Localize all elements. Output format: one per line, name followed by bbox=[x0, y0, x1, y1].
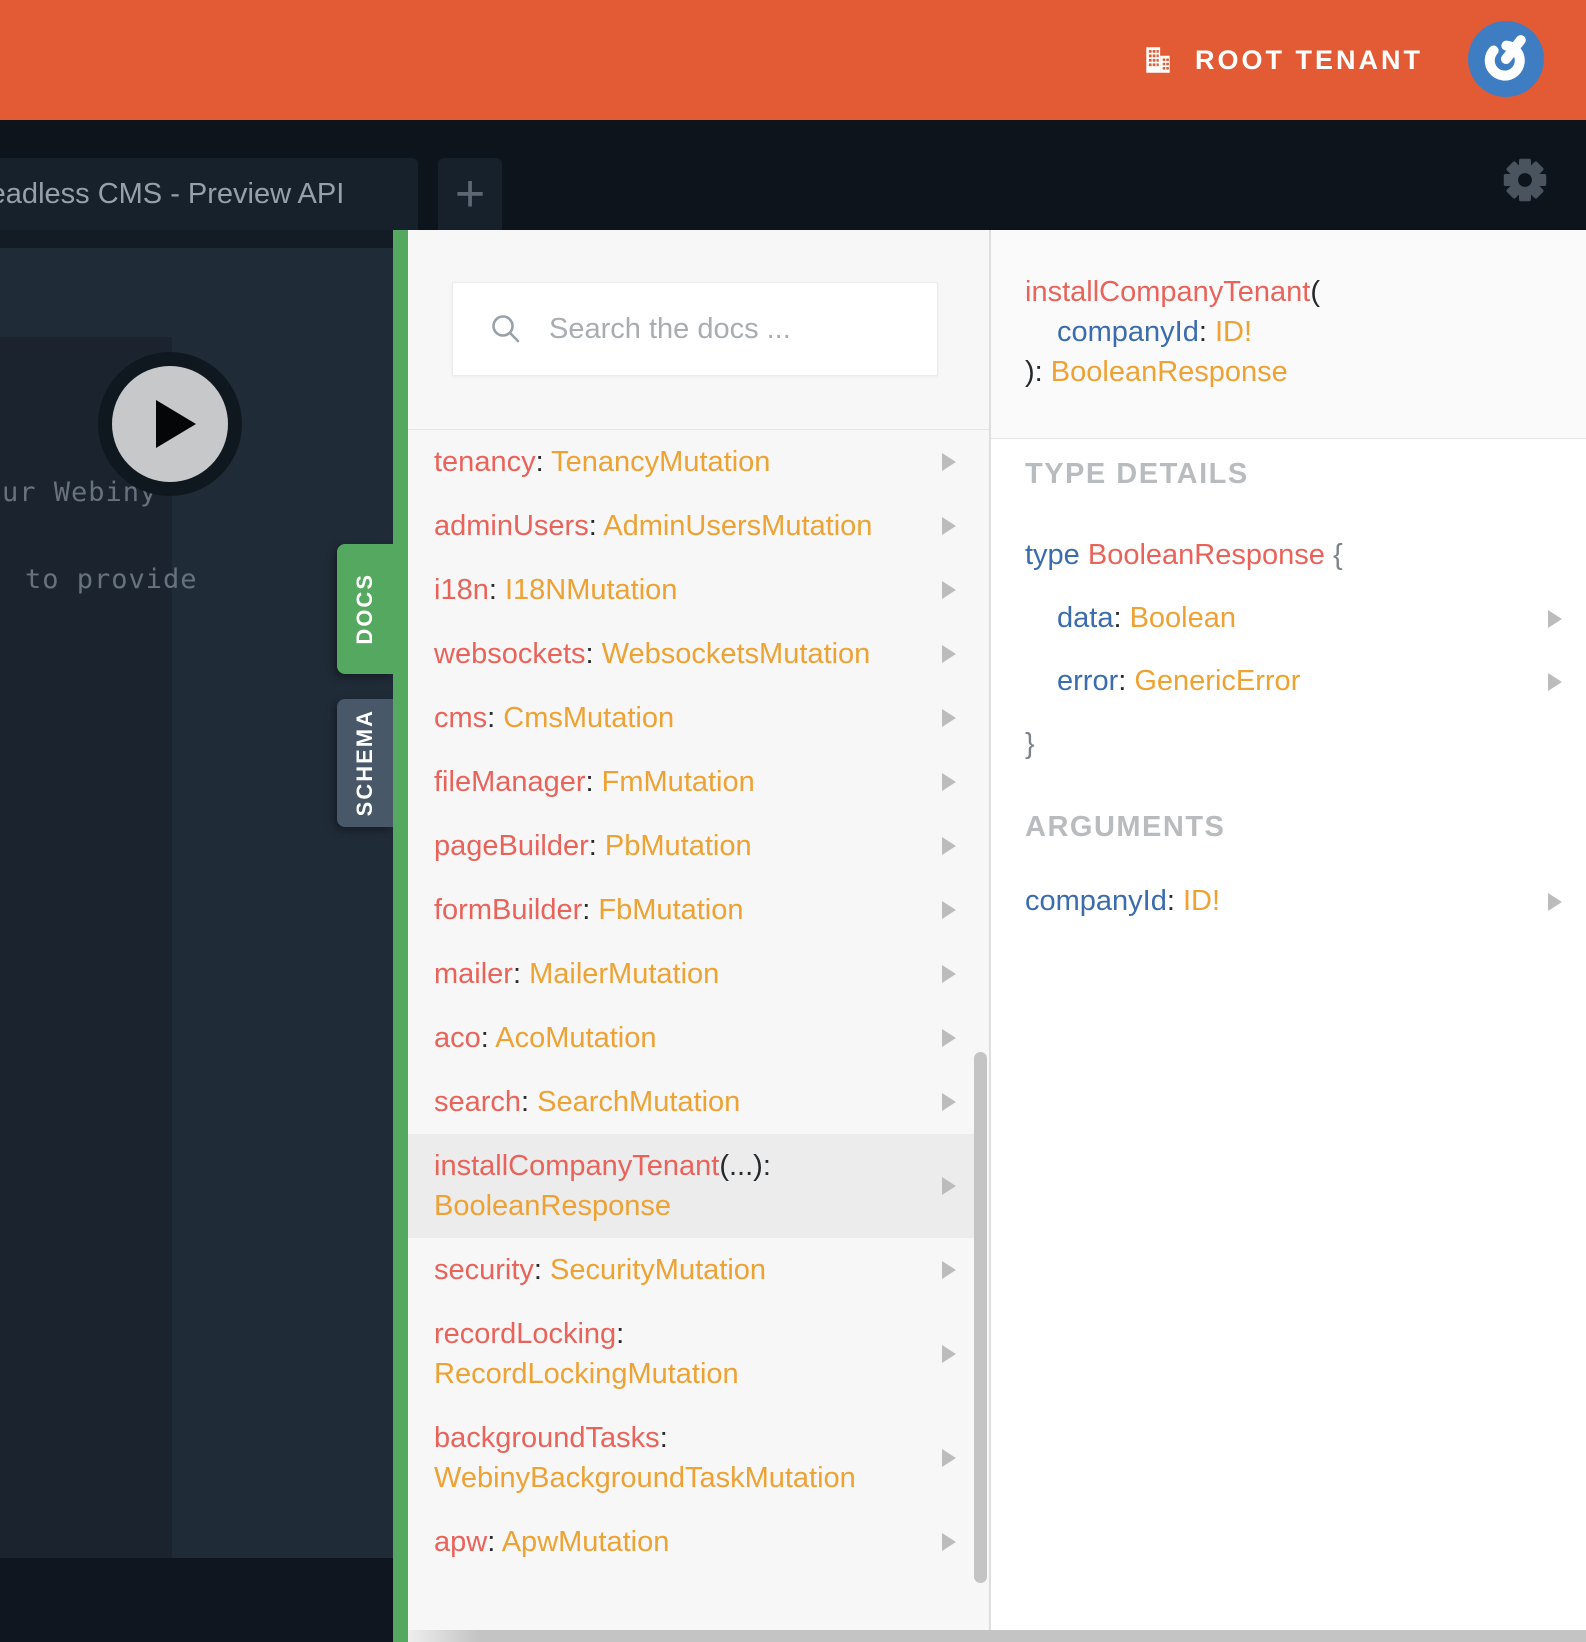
power-icon bbox=[1468, 21, 1544, 102]
docs-search-input[interactable] bbox=[549, 312, 917, 346]
docs-vertical-scrollbar[interactable] bbox=[974, 1052, 987, 1583]
settings-gear-icon[interactable] bbox=[1501, 156, 1549, 204]
play-icon bbox=[112, 366, 228, 482]
arguments-section: ARGUMENTS companyId: ID! bbox=[991, 807, 1586, 933]
chevron-right-icon bbox=[942, 1345, 956, 1363]
docs-tab[interactable]: DOCS bbox=[337, 544, 393, 674]
schema-tab-label: SCHEMA bbox=[352, 709, 377, 817]
docs-field-row[interactable]: tenancy: TenancyMutation bbox=[408, 430, 989, 494]
chevron-right-icon bbox=[942, 453, 956, 471]
chevron-right-icon bbox=[942, 1093, 956, 1111]
search-icon bbox=[489, 312, 523, 346]
variables-pane-strip bbox=[0, 1558, 393, 1642]
chevron-right-icon bbox=[942, 645, 956, 663]
chevron-right-icon bbox=[942, 901, 956, 919]
docs-field-row[interactable]: apw: ApwMutation bbox=[408, 1510, 989, 1574]
chevron-right-icon bbox=[942, 1449, 956, 1467]
docs-field-list: tenancy: TenancyMutation adminUsers: Admi… bbox=[408, 430, 989, 1574]
query-editor-region[interactable]: ur Webiny to provide bbox=[0, 230, 393, 1642]
signature-line-1: installCompanyTenant( bbox=[1025, 276, 1320, 308]
docs-search-box[interactable] bbox=[452, 282, 938, 376]
horizontal-scrollbar[interactable] bbox=[408, 1630, 1586, 1642]
arguments-list: companyId: ID! bbox=[991, 870, 1586, 933]
chevron-right-icon bbox=[1548, 892, 1562, 911]
chevron-right-icon bbox=[942, 965, 956, 983]
docs-field-row[interactable]: aco: AcoMutation bbox=[408, 1006, 989, 1070]
editor-toolbar-strip bbox=[0, 230, 393, 248]
chevron-right-icon bbox=[942, 1029, 956, 1047]
tab-active[interactable]: Headless CMS - Preview API bbox=[0, 158, 418, 230]
argument-row[interactable]: companyId: ID! bbox=[991, 870, 1586, 933]
chevron-right-icon bbox=[942, 581, 956, 599]
chevron-right-icon bbox=[942, 1533, 956, 1551]
tenant-label: ROOT TENANT bbox=[1195, 44, 1423, 75]
type-open-line: type BooleanResponse { bbox=[1025, 539, 1343, 571]
docs-field-row[interactable]: fileManager: FmMutation bbox=[408, 750, 989, 814]
chevron-right-icon bbox=[942, 709, 956, 727]
new-tab-button[interactable]: + bbox=[438, 158, 502, 230]
execute-play-button[interactable] bbox=[98, 352, 242, 496]
type-definition: type BooleanResponse { data: Boolean erro… bbox=[991, 524, 1586, 776]
type-fields: data: Boolean error: GenericError bbox=[991, 587, 1586, 713]
docs-field-row[interactable]: formBuilder: FbMutation bbox=[408, 878, 989, 942]
tab-bar: Headless CMS - Preview API + bbox=[0, 120, 1586, 230]
type-details-heading: TYPE DETAILS bbox=[1025, 458, 1249, 490]
building-icon bbox=[1141, 43, 1175, 77]
chevron-right-icon bbox=[1548, 609, 1562, 628]
docs-field-row[interactable]: cms: CmsMutation bbox=[408, 686, 989, 750]
signature-return-line: ): BooleanResponse bbox=[1025, 356, 1288, 388]
docs-field-row[interactable]: backgroundTasks: WebinyBackgroundTaskMut… bbox=[408, 1406, 989, 1510]
plus-icon: + bbox=[454, 165, 486, 223]
chevron-right-icon bbox=[942, 517, 956, 535]
docs-field-row[interactable]: websockets: WebsocketsMutation bbox=[408, 622, 989, 686]
app-window: ROOT TENANT Headless CMS - Preview API + bbox=[0, 0, 1586, 1642]
top-header: ROOT TENANT bbox=[0, 0, 1586, 120]
docs-tab-label: DOCS bbox=[352, 573, 377, 645]
docs-field-row[interactable]: adminUsers: AdminUsersMutation bbox=[408, 494, 989, 558]
type-field-row[interactable]: data: Boolean bbox=[991, 587, 1586, 650]
docs-panel-edge bbox=[393, 230, 408, 1642]
docs-field-row[interactable]: i18n: I18NMutation bbox=[408, 558, 989, 622]
docs-explorer-panel: tenancy: TenancyMutationadminUsers: Admi… bbox=[408, 230, 989, 1642]
docs-field-row[interactable]: pageBuilder: PbMutation bbox=[408, 814, 989, 878]
type-close-line: } bbox=[1025, 728, 1035, 760]
chevron-right-icon bbox=[942, 773, 956, 791]
arguments-heading: ARGUMENTS bbox=[1025, 811, 1226, 843]
webiny-logo-button[interactable] bbox=[1468, 21, 1544, 97]
docs-field-row[interactable]: installCompanyTenant(...): BooleanRespon… bbox=[408, 1134, 989, 1238]
chevron-right-icon bbox=[1548, 672, 1562, 691]
signature-arg-line: companyId: ID! bbox=[1057, 316, 1253, 348]
chevron-right-icon bbox=[942, 1177, 956, 1195]
schema-tab[interactable]: SCHEMA bbox=[337, 699, 393, 827]
field-signature: installCompanyTenant( companyId: ID! ): … bbox=[991, 230, 1586, 439]
query-code-pane[interactable] bbox=[0, 337, 172, 1558]
docs-search-section bbox=[408, 230, 989, 430]
chevron-right-icon bbox=[942, 837, 956, 855]
docs-field-row[interactable]: mailer: MailerMutation bbox=[408, 942, 989, 1006]
docs-field-row[interactable]: security: SecurityMutation bbox=[408, 1238, 989, 1302]
type-field-row[interactable]: error: GenericError bbox=[991, 650, 1586, 713]
docs-field-row[interactable]: recordLocking: RecordLockingMutation bbox=[408, 1302, 989, 1406]
main-content: ur Webiny to provide DOCS SCHEMA Search … bbox=[0, 230, 1586, 1642]
field-detail-panel: installCompanyTenant( companyId: ID! ): … bbox=[991, 230, 1586, 1642]
tenant-selector[interactable]: ROOT TENANT bbox=[1141, 0, 1423, 120]
code-line: to provide bbox=[25, 564, 198, 595]
type-details-section: TYPE DETAILS type BooleanResponse { data… bbox=[991, 454, 1586, 776]
docs-field-row[interactable]: search: SearchMutation bbox=[408, 1070, 989, 1134]
tab-title: Headless CMS - Preview API bbox=[0, 177, 345, 210]
chevron-right-icon bbox=[942, 1261, 956, 1279]
